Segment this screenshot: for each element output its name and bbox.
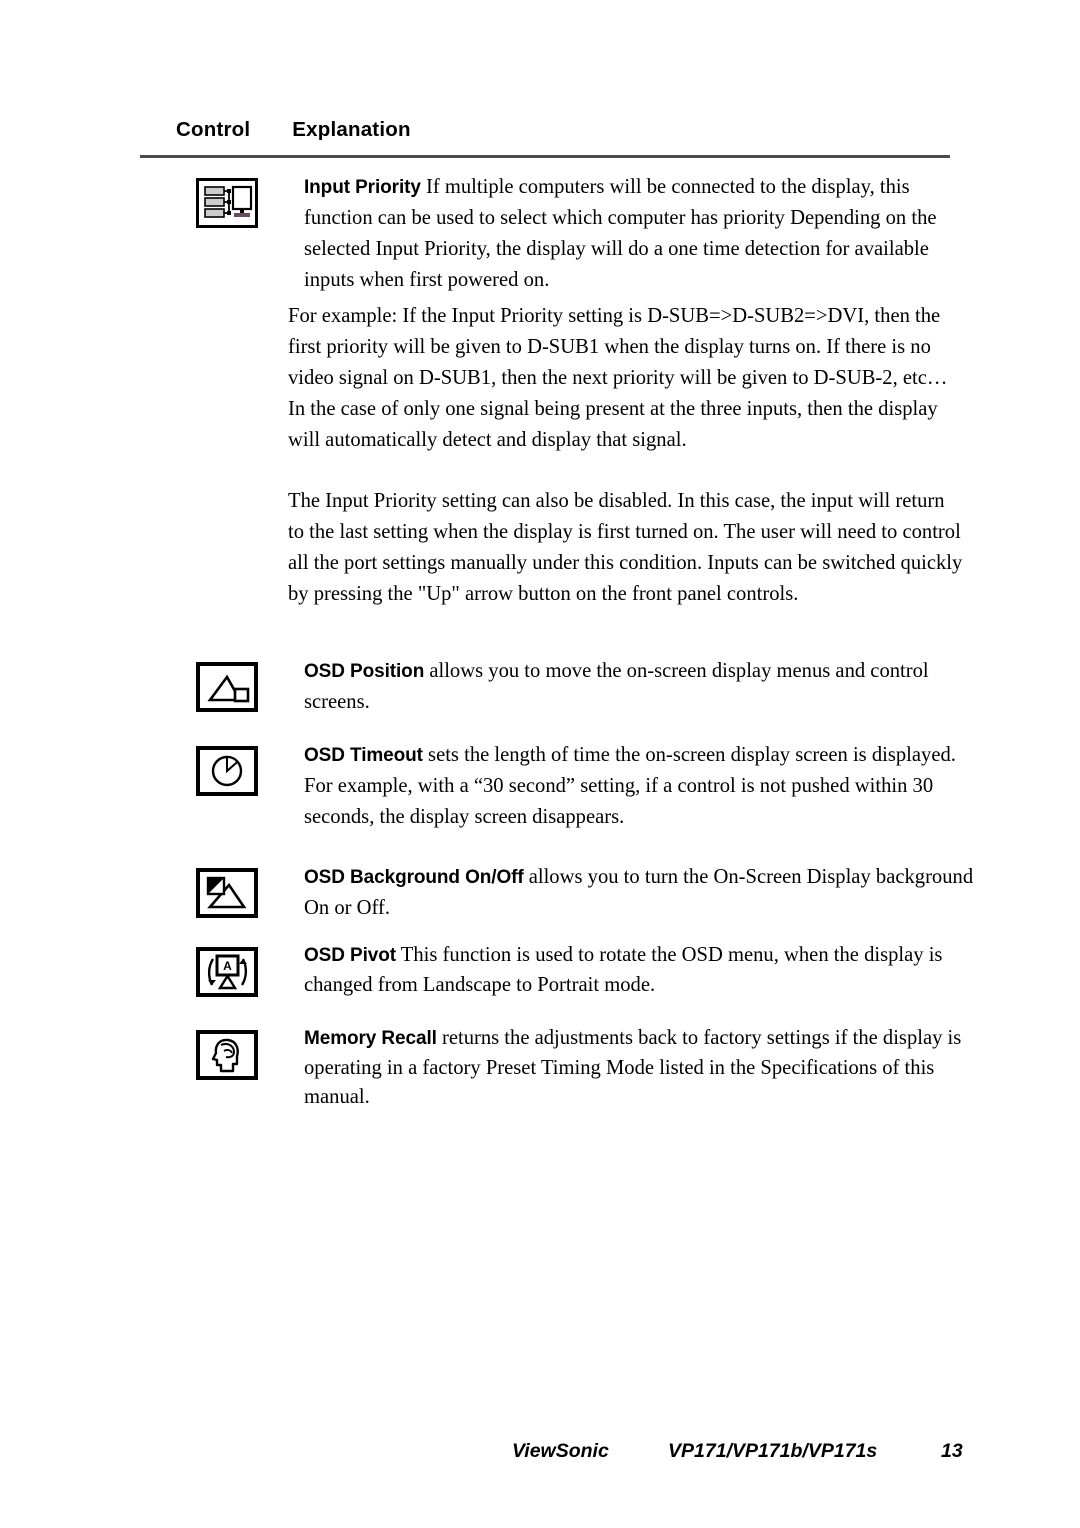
footer-model: VP171/VP171b/VP171s: [668, 1440, 878, 1462]
column-header-explanation: Explanation: [292, 118, 411, 141]
paragraph-disable: The Input Priority setting can also be d…: [288, 486, 964, 610]
osd-background-icon-glyph: [196, 868, 258, 918]
entry-text: Input Priority If multiple computers wil…: [304, 172, 980, 296]
entry-label: OSD Position: [304, 661, 425, 682]
table-header: Control Explanation: [176, 118, 411, 142]
column-header-control: Control: [176, 118, 251, 141]
entry-body: This function is used to rotate the OSD …: [304, 944, 943, 996]
input-priority-icon: [196, 178, 258, 228]
entry-label: Memory Recall: [304, 1028, 437, 1049]
footer-brand: ViewSonic: [512, 1440, 609, 1462]
memory-recall-icon-glyph: [196, 1030, 258, 1080]
osd-position-icon-glyph: [196, 662, 258, 712]
entry-text: OSD Background On/Off allows you to turn…: [304, 862, 980, 924]
document-page: Control Explanation Input Priority If mu…: [0, 0, 1080, 1528]
osd-background-icon: [196, 868, 258, 918]
svg-text:A: A: [223, 959, 232, 973]
osd-timeout-icon-glyph: [196, 746, 258, 796]
osd-timeout-icon: [196, 746, 258, 796]
header-divider: [140, 155, 950, 158]
entry-label: OSD Timeout: [304, 745, 423, 766]
entry-text: Memory Recall returns the adjustments ba…: [304, 1024, 980, 1113]
entry-text: OSD Position allows you to move the on-s…: [304, 656, 980, 718]
paragraph-example: For example: If the Input Priority setti…: [288, 301, 964, 456]
paragraph-example-text: For example: If the Input Priority setti…: [288, 305, 948, 451]
entry-text: OSD Pivot This function is used to rotat…: [304, 941, 980, 1000]
entry-text: OSD Timeout sets the length of time the …: [304, 740, 980, 833]
input-priority-icon-glyph: [196, 178, 258, 228]
entry-label: OSD Background On/Off: [304, 867, 524, 888]
entry-label: Input Priority: [304, 177, 421, 198]
memory-recall-icon: [196, 1030, 258, 1080]
osd-pivot-icon: A: [196, 947, 258, 997]
entry-label: OSD Pivot: [304, 945, 397, 966]
paragraph-disable-text: The Input Priority setting can also be d…: [288, 490, 963, 605]
osd-position-icon: [196, 662, 258, 712]
osd-pivot-icon-glyph: A: [196, 947, 258, 997]
footer-page-number: 13: [941, 1440, 963, 1462]
